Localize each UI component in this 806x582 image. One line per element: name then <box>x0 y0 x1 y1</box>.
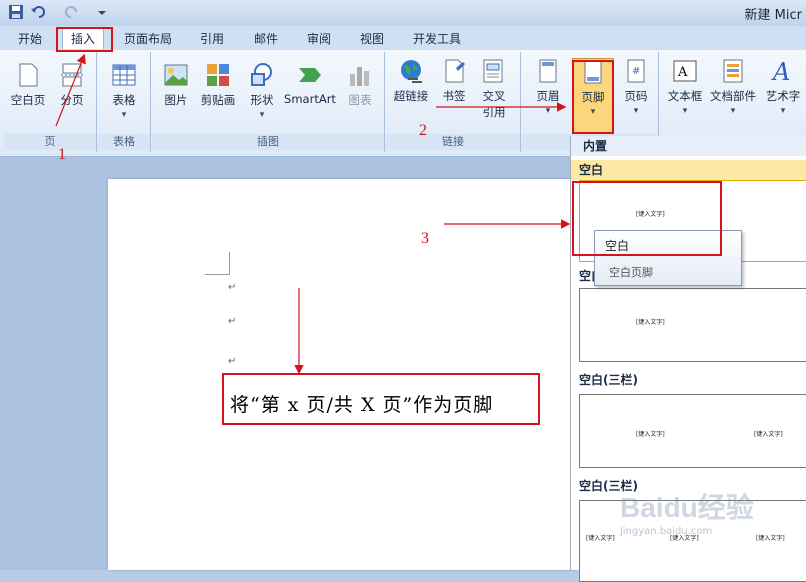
hyperlink-icon <box>401 60 422 83</box>
ribbon-tabs: 开始 插入 页面布局 引用 邮件 审阅 视图 开发工具 <box>0 26 806 50</box>
svg-text:A: A <box>771 58 790 84</box>
gallery-section-title: 空白 <box>571 160 806 180</box>
footer-option-blank-2[interactable]: [键入文字] <box>579 288 806 362</box>
group-illustrations: 图片 剪贴画 形状 ▾ SmartArt 图表 插图 <box>152 52 385 152</box>
picture-button[interactable]: 图片 <box>156 62 196 108</box>
save-icon[interactable] <box>8 4 24 20</box>
annotation-box-body-text <box>222 373 540 425</box>
shapes-icon <box>251 63 272 86</box>
undo-icon[interactable] <box>30 4 46 20</box>
chevron-down-icon: ▾ <box>780 106 786 116</box>
placeholder-text: [键入文字] <box>586 535 615 542</box>
footer-option-three-column[interactable]: [键入文字] [键入文字] <box>579 394 806 468</box>
svg-text:A: A <box>677 65 688 80</box>
textbox-icon: A <box>673 60 697 82</box>
group-tables-label: 表格 <box>98 134 150 150</box>
chevron-down-icon: ▾ <box>545 106 551 116</box>
hyperlink-button[interactable]: 超链接 <box>388 58 434 104</box>
chevron-down-icon: ▾ <box>682 106 688 116</box>
shapes-button[interactable]: 形状 ▾ <box>242 62 282 120</box>
chevron-down-icon: ▾ <box>259 110 265 120</box>
clipart-icon <box>207 64 229 86</box>
annotation-box-insert-tab <box>56 27 113 52</box>
tab-developer[interactable]: 开发工具 <box>413 30 461 47</box>
clipart-button[interactable]: 剪贴画 <box>198 62 238 108</box>
watermark-url: jingyan.baidu.com <box>620 526 713 537</box>
tab-page-layout[interactable]: 页面布局 <box>124 30 172 47</box>
placeholder-text: [键入文字] <box>756 535 785 542</box>
textbox-button[interactable]: A 文本框 ▾ <box>662 58 708 116</box>
annotation-box-footer <box>572 60 614 134</box>
bookmark-icon <box>445 59 465 83</box>
title-bar: 新建 Micr <box>0 0 806 27</box>
annotation-label-3: 3 <box>421 230 429 247</box>
group-tables: 表格 ▾ 表格 <box>98 52 151 152</box>
window-title: 新建 Micr <box>744 8 802 23</box>
placeholder-text: [键入文字] <box>636 319 665 326</box>
wordart-button[interactable]: A 艺术字 ▾ <box>760 58 806 116</box>
group-links-label: 链接 <box>386 134 520 150</box>
paragraph-mark-icon: ↵ <box>228 316 237 327</box>
tab-review[interactable]: 审阅 <box>307 30 331 47</box>
svg-text:#: # <box>632 66 640 77</box>
gallery-header: 内置 <box>571 136 806 156</box>
annotation-label-2: 2 <box>419 122 427 139</box>
quickparts-icon <box>723 59 743 83</box>
bookmark-button[interactable]: 书签 <box>436 58 472 104</box>
crossref-icon <box>483 59 503 83</box>
gallery-section-title: 空白(三栏) <box>579 373 638 387</box>
chevron-down-icon: ▾ <box>633 106 639 116</box>
tab-view[interactable]: 视图 <box>360 30 384 47</box>
tab-home[interactable]: 开始 <box>18 30 42 47</box>
chevron-down-icon: ▾ <box>121 110 127 120</box>
tooltip-description: 空白页脚 <box>609 266 653 279</box>
chevron-down-icon: ▾ <box>730 106 736 116</box>
blank-page-icon <box>19 63 38 87</box>
group-pages: 空白页 分页 页 <box>4 52 97 152</box>
tab-mailings[interactable]: 邮件 <box>254 30 278 47</box>
watermark-logo: Baidu经验 <box>620 492 754 523</box>
table-button[interactable]: 表格 ▾ <box>102 62 146 120</box>
group-illustrations-label: 插图 <box>152 134 384 150</box>
paragraph-mark-icon: ↵ <box>228 356 237 367</box>
chart-button[interactable]: 图表 <box>340 62 380 108</box>
chart-icon <box>350 67 369 86</box>
header-button[interactable]: 页眉 ▾ <box>528 58 568 116</box>
page-number-icon: # <box>627 59 645 83</box>
redo-icon[interactable] <box>64 4 80 20</box>
wordart-icon: A <box>771 58 790 84</box>
tab-references[interactable]: 引用 <box>200 30 224 47</box>
group-links: 超链接 书签 交叉 引用 链接 <box>386 52 521 152</box>
quickparts-button[interactable]: 文档部件 ▾ <box>708 58 758 116</box>
page-break-icon <box>61 63 83 87</box>
smartart-button[interactable]: SmartArt <box>282 62 338 106</box>
smartart-icon <box>299 68 321 82</box>
header-icon <box>539 59 557 83</box>
picture-icon <box>164 64 188 86</box>
placeholder-text: [键入文字] <box>636 431 665 438</box>
table-icon <box>112 64 136 86</box>
page-number-button[interactable]: # 页码 ▾ <box>616 58 656 116</box>
margin-corner-mark <box>205 252 230 275</box>
group-pages-label: 页 <box>4 134 96 150</box>
paragraph-mark-icon: ↵ <box>228 282 237 293</box>
crossref-button[interactable]: 交叉 引用 <box>474 58 514 120</box>
annotation-box-blank-footer <box>572 181 722 256</box>
annotation-label-1: 1 <box>58 146 66 163</box>
customize-toolbar-icon[interactable] <box>94 4 110 20</box>
blank-page-button[interactable]: 空白页 <box>6 62 50 108</box>
placeholder-text: [键入文字] <box>754 431 783 438</box>
page-break-button[interactable]: 分页 <box>52 62 92 108</box>
